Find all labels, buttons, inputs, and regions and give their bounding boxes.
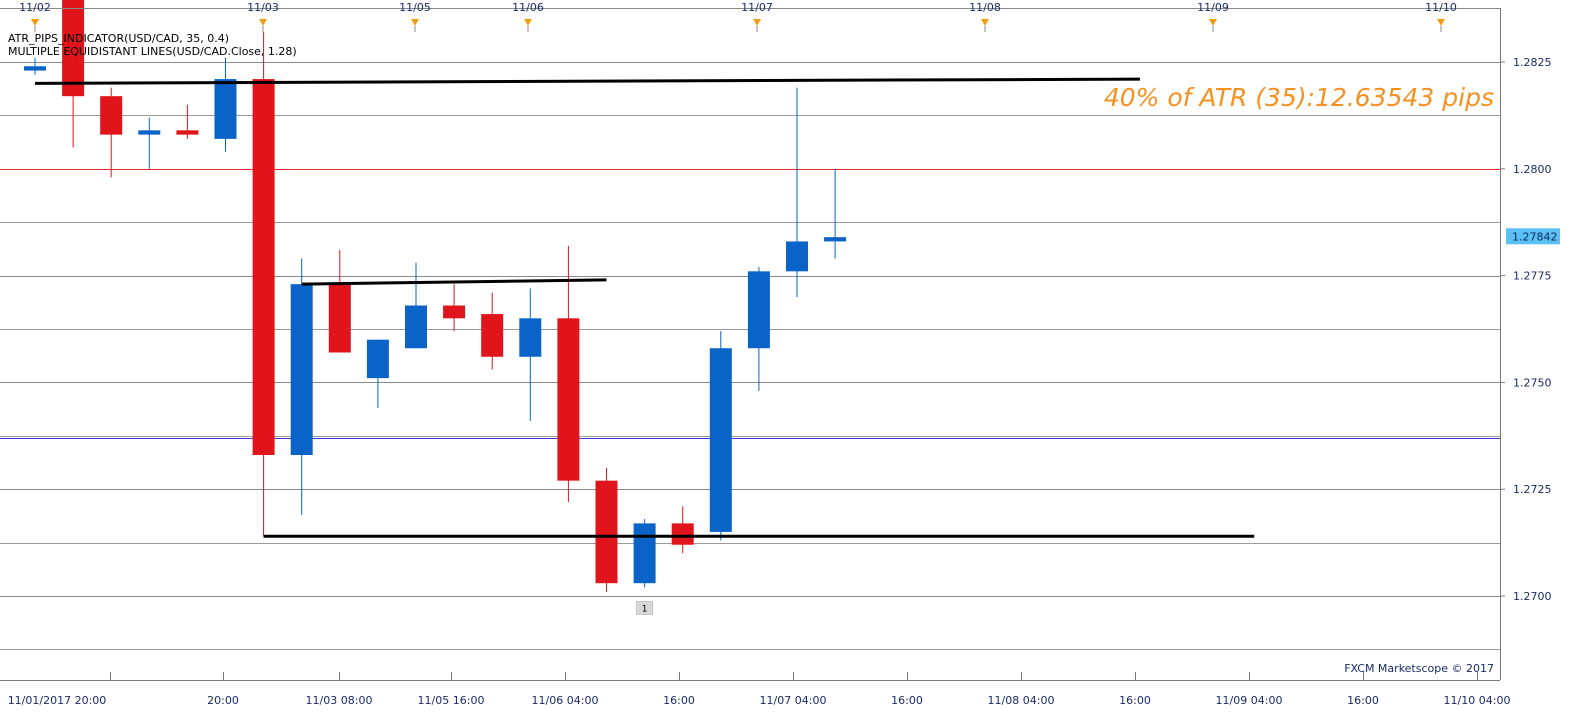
candle [709,331,732,541]
candle-body [709,348,732,532]
candle-body [519,318,542,357]
watermark: FXCM Marketscope © 2017 [1344,662,1494,675]
y-axis-tick-label: 1.2800 [1513,163,1552,176]
y-axis-tick-label: 1.2825 [1513,56,1552,69]
x-axis-tick-label: 11/08 04:00 [988,694,1055,707]
candle-body [138,130,161,135]
top-date-label: 11/02 [19,1,51,14]
bar-number-label: 1 [642,604,648,614]
top-date-label: 11/07 [741,1,773,14]
candle-body [290,284,313,456]
y-axis-tick-label: 1.2750 [1513,376,1552,389]
x-axis-tick-label: 11/03 08:00 [306,694,373,707]
candle-body [366,339,389,379]
candle-body [214,79,237,139]
x-axis-tick-label: 11/10 04:00 [1444,694,1511,707]
x-axis-tick-label: 11/01/2017 20:00 [8,694,107,707]
candle-body [100,96,123,135]
top-date-label: 11/03 [247,1,279,14]
indicator-label-atr: ATR_PIPS_INDICATOR(USD/CAD, 35, 0.4) [8,32,229,45]
x-axis-tick-label: 11/06 04:00 [532,694,599,707]
candle-body [328,284,351,353]
candle-body [595,480,618,584]
x-axis-tick-label: 16:00 [1119,694,1151,707]
x-axis-tick-label: 16:00 [1347,694,1379,707]
current-price-tag: 1.27842 [1506,228,1560,245]
x-axis-tick-label: 11/05 16:00 [418,694,485,707]
candle [595,467,618,592]
x-axis-tick-label: 16:00 [891,694,923,707]
candle [633,519,656,588]
x-axis-tick-label: 11/09 04:00 [1216,694,1283,707]
candle-body [24,66,46,71]
bar-number-marker: 1 [636,601,653,615]
candle-body [252,79,275,456]
y-axis: 1.2825 1.2800 1.2775 1.2750 1.2725 1.2700 [1500,8,1552,680]
x-axis-tick-label: 11/07 04:00 [760,694,827,707]
x-axis-tick-label: 16:00 [663,694,695,707]
candlestick-chart: 11/02 11/03 11/05 11/06 11/07 11/08 11/09 11/10… [0,0,1560,707]
current-price-label: 1.27842 [1512,230,1558,243]
candle-body [747,271,770,349]
candle-body [443,305,466,319]
top-date-label: 11/10 [1425,1,1457,14]
candle-body [824,237,847,242]
candle-body [405,305,427,349]
top-date-label: 11/06 [512,1,544,14]
top-date-label: 11/08 [969,1,1001,14]
top-date-label: 11/09 [1197,1,1229,14]
candle-body [481,314,504,357]
atr-annotation: 40% of ATR (35):12.63543 pips [1104,83,1494,112]
y-axis-tick-label: 1.2775 [1513,270,1552,283]
candle-body [176,130,199,135]
candle-body [557,318,580,481]
x-axis-tick-label: 20:00 [207,694,239,707]
chart-root: 11/02 11/03 11/05 11/06 11/07 11/08 11/09 11/10… [0,0,1583,720]
y-axis-tick-label: 1.2725 [1513,483,1552,496]
candle-body [671,523,694,545]
top-date-label: 11/05 [399,1,431,14]
candle-body [786,241,808,272]
y-axis-tick-label: 1.2700 [1513,590,1552,603]
indicator-label-lines: MULTIPLE EQUIDISTANT LINES(USD/CAD.Close… [8,45,297,58]
candle-body [633,523,656,584]
